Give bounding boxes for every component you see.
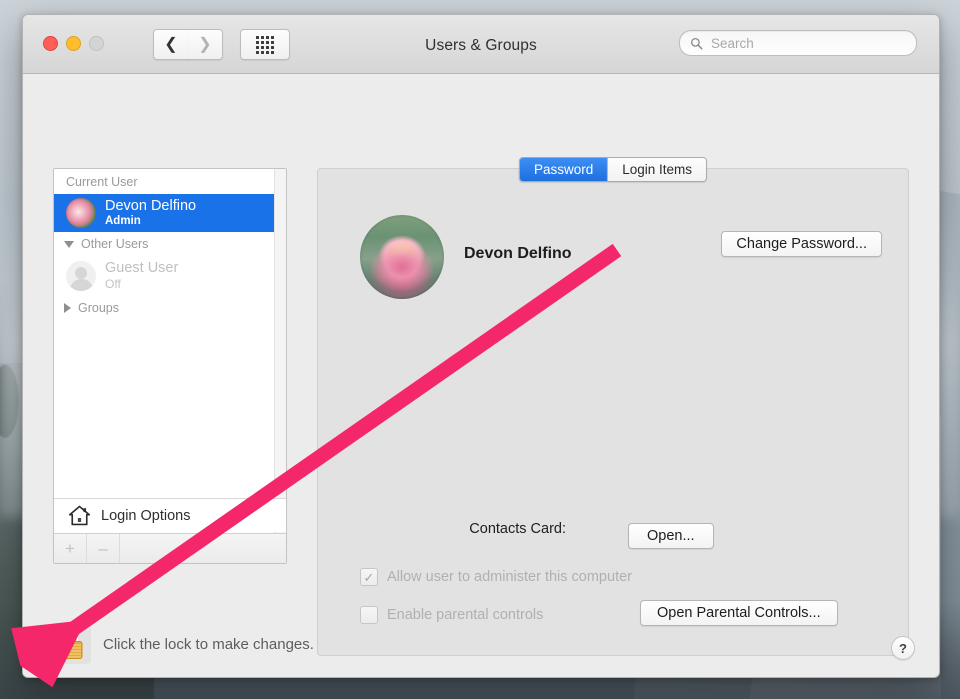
search-icon [690, 37, 703, 49]
tab-bar: Password Login Items [518, 157, 708, 182]
enable-parental-controls-checkbox[interactable] [360, 606, 378, 624]
triangle-down-icon[interactable] [64, 240, 74, 248]
sidebar-group-label: Other Users [81, 237, 149, 252]
sidebar-item-guest-user[interactable]: Guest User Off [54, 256, 286, 295]
allow-admin-row: ✓ Allow user to administer this computer [360, 568, 632, 586]
search-field[interactable] [679, 30, 917, 56]
search-input[interactable] [709, 34, 906, 52]
sidebar-item-devon-delfino[interactable]: Devon Delfino Admin [54, 194, 286, 233]
sidebar-user-name: Devon Delfino [105, 198, 197, 214]
sidebar-header-current-user: Current User [66, 175, 138, 189]
help-button[interactable]: ? [891, 636, 915, 660]
user-avatar-large[interactable] [360, 215, 444, 299]
lock-button[interactable] [51, 624, 91, 664]
sidebar-guest-status: Off [105, 277, 121, 292]
system-preferences-window: ❮ ❯ Users & Groups Current User [22, 14, 940, 678]
open-contacts-card-button[interactable]: Open... [628, 523, 714, 549]
sidebar-group-groups[interactable]: Groups [54, 296, 286, 320]
lock-row: Click the lock to make changes. [51, 624, 314, 664]
add-user-button[interactable]: + [54, 534, 87, 563]
avatar [66, 198, 96, 229]
generic-person-icon [66, 261, 96, 291]
users-sidebar: Current User Devon Delfino Admin Other U… [53, 168, 287, 564]
sidebar-groups-label: Groups [78, 300, 119, 315]
sidebar-guest-name: Guest User [105, 260, 179, 277]
lock-instruction-text: Click the lock to make changes. [103, 635, 314, 653]
sidebar-user-role: Admin [105, 214, 141, 227]
sidebar-item-login-options[interactable]: Login Options [54, 498, 286, 532]
window-titlebar: ❮ ❯ Users & Groups [23, 15, 939, 74]
sidebar-group-other-users[interactable]: Other Users [54, 232, 286, 256]
allow-admin-label: Allow user to administer this computer [387, 569, 632, 585]
padlock-closed-icon [59, 629, 83, 659]
change-password-button[interactable]: Change Password... [721, 231, 882, 257]
open-parental-controls-button[interactable]: Open Parental Controls... [640, 600, 838, 626]
triangle-right-icon[interactable] [64, 302, 71, 313]
remove-user-button[interactable]: – [87, 534, 120, 563]
tab-login-items[interactable]: Login Items [607, 158, 707, 181]
allow-admin-checkbox[interactable]: ✓ [360, 568, 378, 586]
user-display-name: Devon Delfino [464, 245, 572, 262]
enable-parental-controls-label: Enable parental controls [387, 607, 544, 623]
sidebar-footer: + – [54, 533, 286, 563]
contacts-card-label: Contacts Card: [469, 521, 566, 537]
login-options-label: Login Options [101, 507, 191, 524]
home-icon [68, 505, 91, 526]
password-panel: Password Login Items Devon Delfino Chang… [317, 157, 909, 656]
tab-password[interactable]: Password [519, 158, 608, 181]
parental-controls-row: Enable parental controls Open Parental C… [360, 600, 838, 626]
window-content: Current User Devon Delfino Admin Other U… [23, 74, 939, 677]
